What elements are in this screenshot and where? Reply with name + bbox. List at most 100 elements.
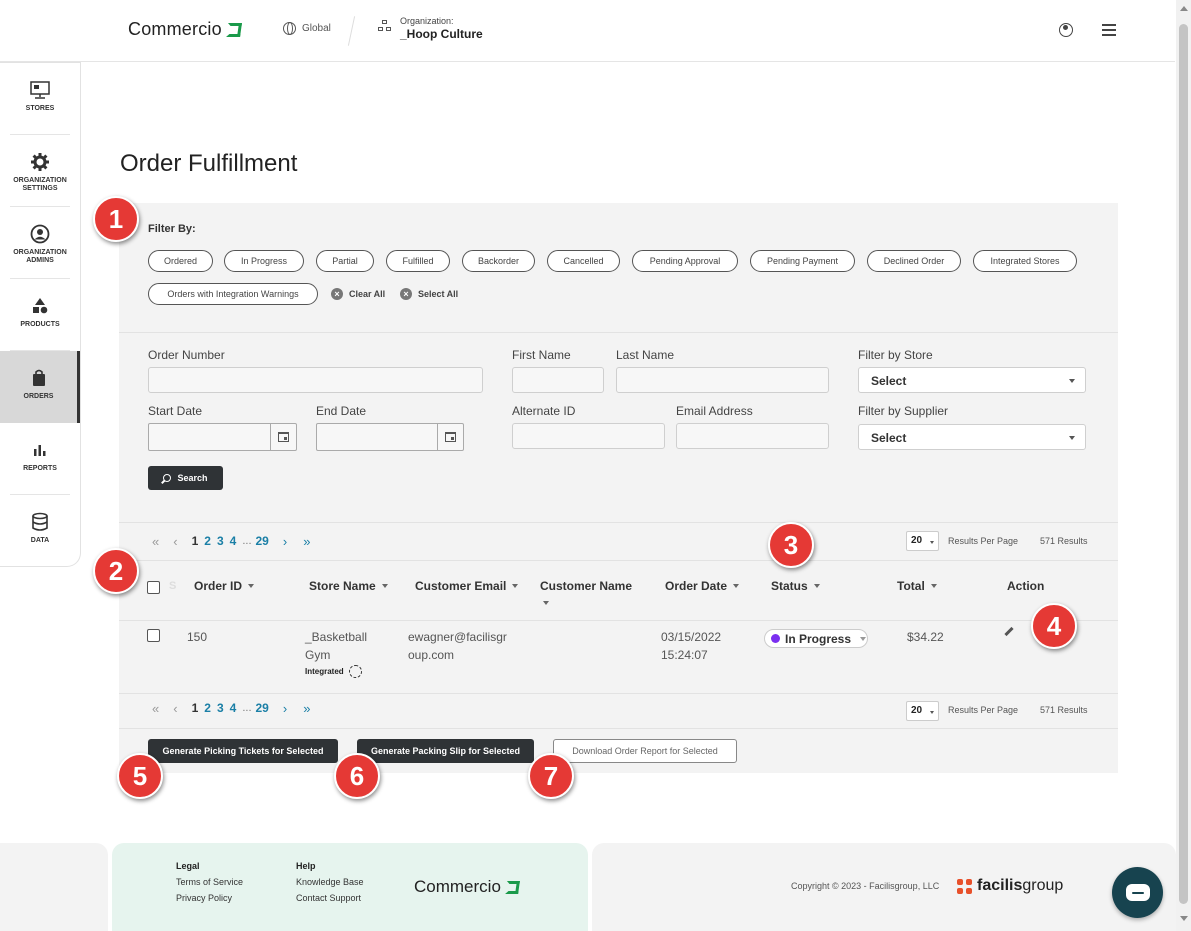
privacy-link[interactable]: Privacy Policy bbox=[176, 893, 232, 903]
knowledge-base-link[interactable]: Knowledge Base bbox=[296, 877, 364, 887]
column-total[interactable]: Total bbox=[897, 579, 937, 593]
per-page-select[interactable]: 20 bbox=[906, 531, 939, 551]
column-store-name[interactable]: Store Name bbox=[309, 579, 388, 593]
chip-declined-order[interactable]: Declined Order bbox=[867, 250, 961, 272]
column-order-id[interactable]: Order ID bbox=[194, 579, 255, 593]
store-name-line1: _Basketball bbox=[305, 630, 368, 644]
order-number-label: Order Number bbox=[148, 348, 225, 362]
page-link[interactable]: 4 bbox=[230, 534, 237, 548]
chip-integrated-stores[interactable]: Integrated Stores bbox=[973, 250, 1077, 272]
sidebar-item-stores[interactable]: STORES bbox=[0, 63, 80, 135]
sidebar-item-orders[interactable]: ORDERS bbox=[0, 351, 80, 423]
status-dropdown[interactable]: In Progress bbox=[764, 629, 868, 648]
footer-links: Legal Terms of Service Privacy Policy He… bbox=[112, 843, 588, 931]
last-page-icon[interactable]: » bbox=[303, 534, 310, 549]
page-link[interactable]: 1 bbox=[192, 534, 199, 548]
facilis-bold-text: facilis bbox=[977, 877, 1023, 894]
order-id-cell[interactable]: 150 bbox=[187, 628, 207, 646]
sidebar-item-organization-settings[interactable]: ORGANIZATION SETTINGS bbox=[0, 135, 80, 207]
scroll-down-arrow-icon[interactable] bbox=[1180, 916, 1188, 921]
chip-cancelled[interactable]: Cancelled bbox=[547, 250, 620, 272]
organization-selector[interactable]: Organization: _Hoop Culture bbox=[378, 16, 483, 41]
page-link[interactable]: 2 bbox=[204, 701, 211, 715]
next-page-icon[interactable]: › bbox=[283, 701, 287, 716]
global-selector[interactable]: Global bbox=[283, 22, 331, 35]
order-number-input[interactable] bbox=[148, 367, 483, 393]
calendar-button[interactable] bbox=[270, 424, 296, 450]
chip-partial[interactable]: Partial bbox=[316, 250, 374, 272]
page-link[interactable]: 29 bbox=[256, 534, 269, 548]
filter-by-store-select[interactable]: Select bbox=[858, 367, 1086, 393]
chip-in-progress[interactable]: In Progress bbox=[224, 250, 304, 272]
sidebar-item-products[interactable]: PRODUCTS bbox=[0, 279, 80, 351]
page-link[interactable]: 2 bbox=[204, 534, 211, 548]
sort-caret-icon[interactable] bbox=[543, 601, 549, 605]
last-name-label: Last Name bbox=[616, 348, 675, 362]
bar-chart-icon bbox=[29, 439, 51, 461]
email-address-input[interactable] bbox=[676, 423, 829, 449]
store-name-line2: Gym bbox=[305, 648, 331, 662]
calendar-button[interactable] bbox=[437, 424, 463, 450]
sync-icon[interactable] bbox=[348, 665, 362, 678]
page-link[interactable]: 3 bbox=[217, 534, 224, 548]
page-title: Order Fulfillment bbox=[120, 150, 298, 177]
scroll-up-arrow-icon[interactable] bbox=[1180, 6, 1188, 11]
first-page-icon[interactable]: « bbox=[152, 701, 159, 716]
chip-pending-approval[interactable]: Pending Approval bbox=[632, 250, 738, 272]
end-date-input[interactable] bbox=[316, 423, 464, 451]
scrollbar-thumb[interactable] bbox=[1179, 24, 1188, 904]
page-link[interactable]: 4 bbox=[230, 701, 237, 715]
hamburger-menu-icon[interactable] bbox=[1102, 24, 1116, 36]
column-customer-email[interactable]: Customer Email bbox=[415, 579, 519, 593]
annotation-badge-2: 2 bbox=[93, 548, 139, 594]
search-button[interactable]: Search bbox=[148, 466, 223, 490]
page-link[interactable]: 29 bbox=[256, 701, 269, 715]
clear-all-link[interactable]: × Clear All bbox=[331, 288, 385, 300]
sidebar-item-organization-admins[interactable]: ORGANIZATION ADMINS bbox=[0, 207, 80, 279]
prev-page-icon[interactable]: ‹ bbox=[173, 701, 177, 716]
first-name-input[interactable] bbox=[512, 367, 604, 393]
column-customer-name[interactable]: Customer Name bbox=[540, 579, 632, 593]
contact-support-link[interactable]: Contact Support bbox=[296, 893, 361, 903]
sidebar-label: PRODUCTS bbox=[20, 321, 60, 328]
org-name: _Hoop Culture bbox=[400, 27, 483, 41]
alternate-id-input[interactable] bbox=[512, 423, 665, 449]
header-divider bbox=[347, 16, 356, 46]
order-fulfillment-panel: Filter By: Ordered In Progress Partial F… bbox=[119, 203, 1118, 773]
select-all-checkbox[interactable] bbox=[147, 581, 160, 594]
chip-pending-payment[interactable]: Pending Payment bbox=[750, 250, 855, 272]
divider bbox=[119, 560, 1118, 561]
user-circle-icon[interactable] bbox=[1059, 23, 1073, 37]
page-link[interactable]: 3 bbox=[217, 701, 224, 715]
page-link[interactable]: 1 bbox=[192, 701, 199, 715]
sidebar-item-reports[interactable]: REPORTS bbox=[0, 423, 80, 495]
generate-packing-slip-button[interactable]: Generate Packing Slip for Selected bbox=[357, 739, 534, 763]
prev-page-icon[interactable]: ‹ bbox=[173, 534, 177, 549]
column-order-date[interactable]: Order Date bbox=[665, 579, 740, 593]
download-order-report-button[interactable]: Download Order Report for Selected bbox=[553, 739, 737, 763]
filter-by-supplier-select[interactable]: Select bbox=[858, 424, 1086, 450]
first-page-icon[interactable]: « bbox=[152, 534, 159, 549]
chip-backorder[interactable]: Backorder bbox=[462, 250, 535, 272]
commercio-logo[interactable]: Commercio bbox=[128, 19, 242, 40]
chat-button[interactable] bbox=[1112, 867, 1163, 918]
generate-picking-tickets-button[interactable]: Generate Picking Tickets for Selected bbox=[148, 739, 338, 763]
user-circle-icon bbox=[29, 223, 51, 245]
row-checkbox[interactable] bbox=[147, 629, 160, 642]
edit-pencil-icon[interactable] bbox=[1004, 626, 1014, 637]
last-page-icon[interactable]: » bbox=[303, 701, 310, 716]
next-page-icon[interactable]: › bbox=[283, 534, 287, 549]
select-all-link[interactable]: × Select All bbox=[400, 288, 458, 300]
chip-ordered[interactable]: Ordered bbox=[148, 250, 213, 272]
column-label: Order Date bbox=[665, 579, 728, 593]
start-date-input[interactable] bbox=[148, 423, 297, 451]
chip-fulfilled[interactable]: Fulfilled bbox=[386, 250, 450, 272]
chip-orders-with-integration-warnings[interactable]: Orders with Integration Warnings bbox=[148, 283, 318, 305]
sidebar-item-data[interactable]: DATA bbox=[0, 495, 80, 567]
column-status[interactable]: Status bbox=[771, 579, 820, 593]
last-name-input[interactable] bbox=[616, 367, 829, 393]
pagination-bottom: « ‹ 1 2 3 4 ... 29 › » bbox=[152, 700, 310, 716]
sort-caret-icon bbox=[733, 584, 740, 588]
per-page-select[interactable]: 20 bbox=[906, 701, 939, 721]
terms-link[interactable]: Terms of Service bbox=[176, 877, 243, 887]
